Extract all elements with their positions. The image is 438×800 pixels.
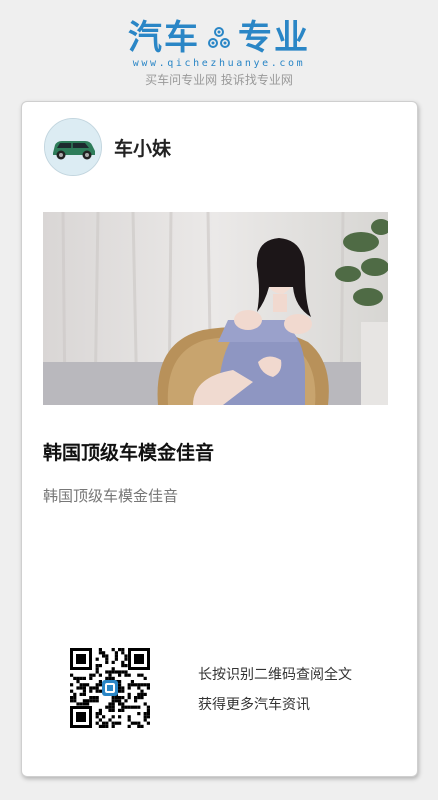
finder-pattern-top-left — [70, 648, 92, 670]
site-header: 汽车 专业 www.qichezhuanye.com 买车问专业网 投诉找专业网 — [0, 18, 438, 88]
site-logo: 汽车 专业 — [128, 18, 310, 58]
qr-subtext: 获得更多汽车资讯 — [198, 697, 310, 713]
gear-icon — [208, 27, 230, 48]
article-card: 车小妹 韩国顶级车模金佳音 韩国顶级车模金佳音 长按识别二维码查阅全文 获得更多… — [21, 101, 418, 777]
article-description: 韩国顶级车模金佳音 — [43, 487, 179, 505]
author-name[interactable]: 车小妹 — [114, 134, 171, 161]
finder-pattern-bottom-left — [70, 706, 92, 728]
article-cover-image[interactable] — [43, 212, 388, 405]
car-icon — [45, 119, 101, 175]
finder-pattern-top-right — [128, 648, 150, 670]
site-domain: www.qichezhuanye.com — [132, 58, 306, 69]
site-tagline: 买车问专业网 投诉找专业网 — [145, 73, 293, 87]
qr-code[interactable] — [70, 648, 150, 728]
author-avatar[interactable] — [44, 118, 102, 176]
qr-instruction: 长按识别二维码查阅全文 — [198, 667, 352, 683]
article-title[interactable]: 韩国顶级车模金佳音 — [43, 438, 214, 465]
logo-text-left: 汽车 — [128, 18, 200, 58]
logo-text-right: 专业 — [238, 18, 310, 58]
